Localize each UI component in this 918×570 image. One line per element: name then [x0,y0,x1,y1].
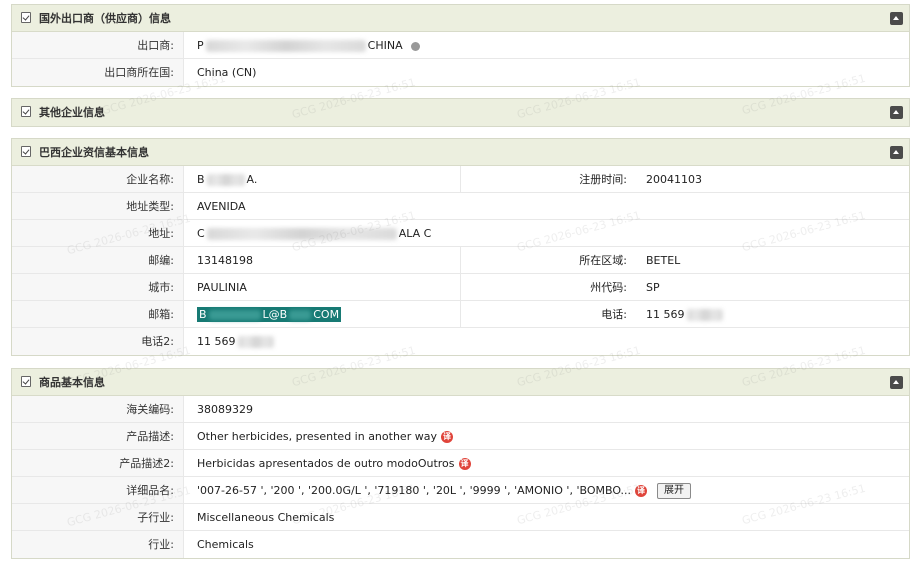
desc-label: 产品描述: [12,423,184,449]
goods-panel: 商品基本信息 海关编码: 38089329 产品描述: Other herbic… [11,368,910,559]
industry-label: 行业: [12,531,184,558]
exporter-country-value: China (CN) [197,66,257,79]
other-panel-title: 其他企业信息 [39,106,105,119]
sub-industry-row: 子行业: Miscellaneous Chemicals [12,504,909,531]
collapse-icon[interactable] [890,12,903,25]
exporter-panel-title: 国外出口商（供应商）信息 [39,12,171,25]
phone2-value: 11 569 [197,328,274,355]
desc2-value: Herbicidas apresentados de outro modoOut… [197,457,471,470]
goods-panel-header[interactable]: 商品基本信息 [12,369,909,396]
redaction-blur [206,228,397,240]
translate-icon[interactable]: 译 [458,458,471,470]
hs-label: 海关编码: [12,396,184,422]
goods-panel-title: 商品基本信息 [39,376,105,389]
company-row: 企业名称: B A. 注册时间: 20041103 [12,166,909,193]
email-link[interactable]: B L@B COM [197,307,342,322]
hs-value: 38089329 [197,403,253,416]
state-value: SP [646,281,660,294]
addr-type-value: AVENIDA [197,200,246,213]
exporter-panel: 国外出口商（供应商）信息 出口商: P CHINA 出口商所在国: China (… [11,4,910,87]
email-row: 邮箱: B L@B COM 电话: 11 569 [12,301,909,328]
addr-value: C ALA C [197,227,432,240]
brazil-panel-header[interactable]: 巴西企业资信基本信息 [12,139,909,166]
city-value: PAULINIA [197,281,247,294]
industry-row: 行业: Chemicals [12,531,909,558]
exporter-label: 出口商: [12,32,184,58]
industry-value: Chemicals [197,538,254,551]
sub-industry-label: 子行业: [12,504,184,530]
redaction-blur [206,174,245,186]
exporter-row: 出口商: P CHINA [12,32,909,59]
zip-row: 邮编: 13148198 所在区域: BETEL [12,247,909,274]
redaction-blur [686,309,723,321]
sub-industry-value: Miscellaneous Chemicals [197,511,335,524]
zip-value: 13148198 [197,254,253,267]
desc-row: 产品描述: Other herbicides, presented in ano… [12,423,909,450]
brazil-panel-title: 巴西企业资信基本信息 [39,146,149,159]
collapse-icon[interactable] [890,106,903,119]
company-value: B A. [197,173,258,186]
addr-type-label: 地址类型: [12,193,184,219]
other-panel-header[interactable]: 其他企业信息 [12,99,909,126]
reg-value: 20041103 [646,173,702,186]
email-label: 邮箱: [12,301,184,327]
addr-row: 地址: C ALA C [12,220,909,247]
desc2-row: 产品描述2: Herbicidas apresentados de outro … [12,450,909,477]
hs-row: 海关编码: 38089329 [12,396,909,423]
phone-label: 电话: [460,301,636,327]
phone-value: 11 569 [646,301,723,328]
redaction-blur [289,310,312,320]
expand-button[interactable]: 展开 [657,483,692,499]
addr-label: 地址: [12,220,184,246]
district-value: BETEL [646,254,681,267]
state-label: 州代码: [460,274,636,300]
checklist-icon [21,376,31,387]
exporter-country-label: 出口商所在国: [12,59,184,86]
desc-value: Other herbicides, presented in another w… [197,430,453,443]
reg-label: 注册时间: [460,166,636,192]
addr-type-row: 地址类型: AVENIDA [12,193,909,220]
translate-icon[interactable]: 译 [440,431,453,443]
detail-label: 详细品名: [12,477,184,503]
phone2-label: 电话2: [12,328,184,355]
detail-row: 详细品名: '007-26-57 ', '200 ', '200.0G/L ',… [12,477,909,504]
email-value[interactable]: B L@B COM [197,301,342,328]
company-label: 企业名称: [12,166,184,192]
city-row: 城市: PAULINIA 州代码: SP [12,274,909,301]
redaction-blur [237,336,274,348]
district-label: 所在区域: [460,247,636,273]
other-panel: 其他企业信息 [11,98,910,127]
phone2-row: 电话2: 11 569 [12,328,909,355]
exporter-country-row: 出口商所在国: China (CN) [12,59,909,86]
exporter-panel-header[interactable]: 国外出口商（供应商）信息 [12,5,909,32]
detail-value: '007-26-57 ', '200 ', '200.0G/L ', '7191… [197,477,692,504]
redaction-blur [205,40,366,52]
city-label: 城市: [12,274,184,300]
info-dot-icon[interactable] [410,41,420,51]
brazil-panel: 巴西企业资信基本信息 企业名称: B A. 注册时间: 20041103 地址类型… [11,138,910,356]
checklist-icon [21,12,31,23]
redaction-blur [208,310,261,320]
checklist-icon [21,106,31,117]
collapse-icon[interactable] [890,146,903,159]
collapse-icon[interactable] [890,376,903,389]
checklist-icon [21,146,31,157]
zip-label: 邮编: [12,247,184,273]
translate-icon[interactable]: 译 [635,485,648,497]
desc2-label: 产品描述2: [12,450,184,476]
exporter-value: P CHINA [197,32,420,59]
